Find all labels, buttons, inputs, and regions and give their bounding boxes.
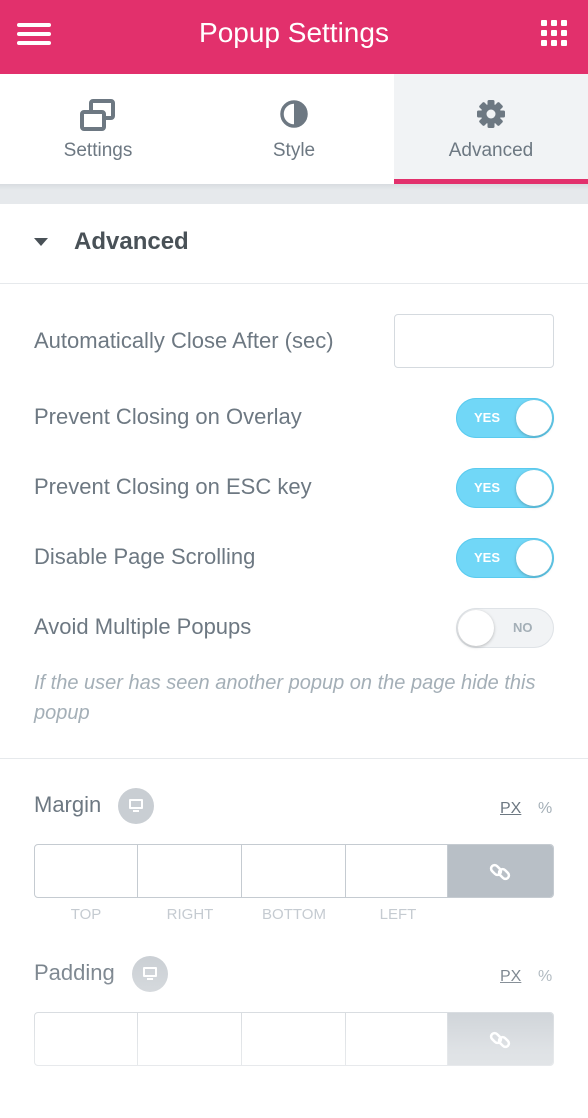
separator-band [0, 184, 588, 204]
padding-left-input[interactable] [346, 1013, 448, 1065]
grid-apps-icon[interactable] [541, 20, 567, 46]
padding-label: Padding [34, 960, 115, 985]
avoid-multiple-label: Avoid Multiple Popups [34, 614, 252, 639]
margin-left-input[interactable] [346, 845, 448, 897]
switch-state-text: YES [474, 550, 501, 565]
margin-label: Margin [34, 792, 102, 817]
desktop-device-icon[interactable] [118, 788, 154, 824]
link-values-button[interactable] [448, 1013, 553, 1065]
margin-left-caption: LEFT [379, 906, 417, 923]
margin-unit-px[interactable]: PX [500, 800, 521, 818]
section-divider [0, 758, 588, 759]
link-icon [489, 863, 511, 881]
caret-down-icon [34, 238, 48, 246]
auto-close-input[interactable] [394, 314, 554, 368]
switch-state-text: YES [474, 480, 501, 495]
tab-settings-label: Settings [63, 140, 133, 161]
padding-right-input[interactable] [138, 1013, 242, 1065]
prevent-overlay-label: Prevent Closing on Overlay [34, 404, 302, 429]
link-icon [489, 1031, 511, 1049]
prevent-esc-switch[interactable]: YES [456, 468, 554, 508]
switch-knob [516, 400, 552, 436]
link-values-button[interactable] [448, 845, 553, 897]
section-title: Advanced [74, 228, 189, 255]
tab-style-label: Style [272, 140, 316, 161]
panel-tabs: Settings Style Advanced [0, 74, 588, 184]
gear-icon [477, 100, 505, 128]
switch-knob [516, 470, 552, 506]
avoid-multiple-description: If the user has seen another popup on th… [34, 672, 536, 724]
margin-inputs [34, 844, 554, 898]
windows-icon [80, 99, 115, 131]
tab-settings[interactable]: Settings [0, 74, 196, 184]
padding-unit-px[interactable]: PX [500, 968, 521, 986]
prevent-esc-label: Prevent Closing on ESC key [34, 474, 312, 499]
margin-top-input[interactable] [35, 845, 138, 897]
padding-bottom-input[interactable] [242, 1013, 346, 1065]
padding-inputs [34, 1012, 554, 1066]
avoid-multiple-switch[interactable]: NO [456, 608, 554, 648]
contrast-icon [280, 100, 308, 128]
tab-advanced-label: Advanced [448, 140, 534, 161]
padding-unit-percent[interactable]: % [538, 968, 552, 986]
margin-bottom-caption: BOTTOM [262, 906, 326, 923]
panel-title: Popup Settings [199, 17, 389, 48]
margin-top-caption: TOP [70, 906, 102, 923]
margin-right-caption: RIGHT [166, 906, 214, 923]
switch-knob [458, 610, 494, 646]
top-header: Popup Settings [0, 0, 588, 74]
margin-bottom-input[interactable] [242, 845, 346, 897]
switch-state-text: YES [474, 410, 501, 425]
tab-style[interactable]: Style [196, 74, 392, 184]
prevent-overlay-switch[interactable]: YES [456, 398, 554, 438]
auto-close-label: Automatically Close After (sec) [34, 328, 334, 353]
desktop-device-icon[interactable] [132, 956, 168, 992]
disable-scroll-label: Disable Page Scrolling [34, 544, 256, 569]
margin-right-input[interactable] [138, 845, 242, 897]
padding-top-input[interactable] [35, 1013, 138, 1065]
advanced-section-toggle[interactable]: Advanced [0, 204, 588, 284]
switch-knob [516, 540, 552, 576]
margin-unit-percent[interactable]: % [538, 800, 552, 818]
switch-state-text: NO [513, 620, 533, 635]
tab-advanced[interactable]: Advanced [394, 74, 588, 184]
disable-scroll-switch[interactable]: YES [456, 538, 554, 578]
